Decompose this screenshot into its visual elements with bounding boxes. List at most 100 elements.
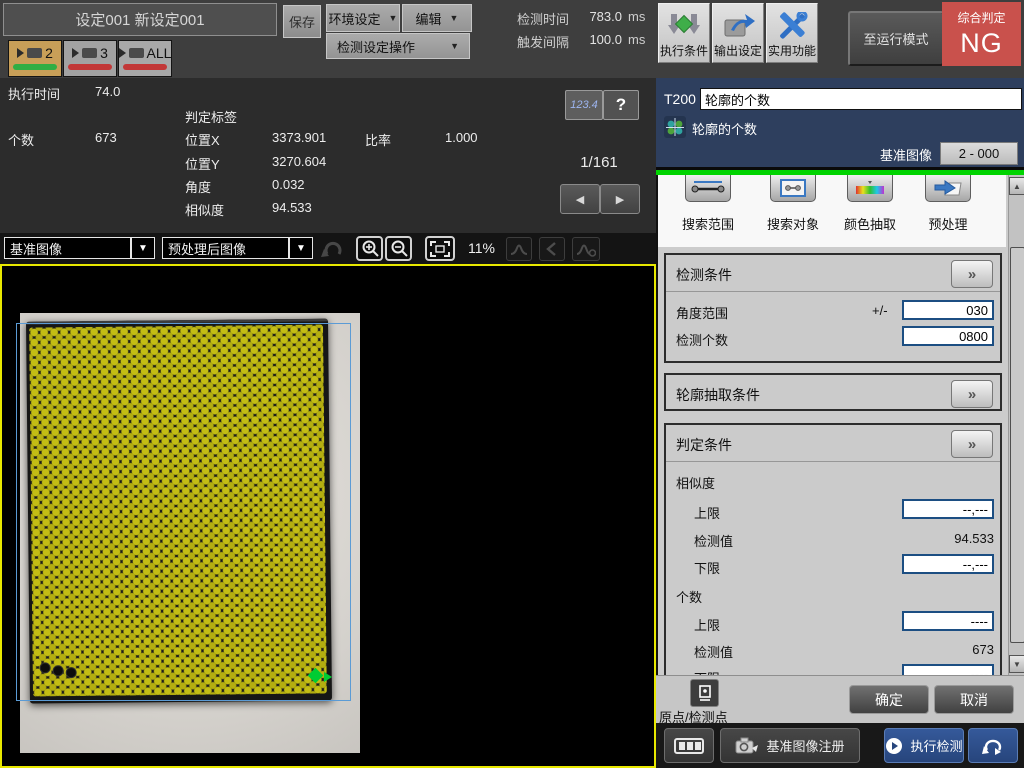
origin-point-button[interactable] — [690, 679, 719, 707]
menu-environment[interactable]: 环境设定 ▼ — [326, 4, 400, 32]
divider — [666, 461, 1000, 462]
tab-camera-3[interactable]: 3 — [63, 40, 117, 77]
zoom-level-value: 11% — [468, 240, 495, 256]
numeric-display-button[interactable]: 123.4 — [565, 90, 603, 120]
sim-lower-label: 下限 — [694, 558, 720, 577]
exec-condition-button[interactable]: 执行条件 — [658, 3, 710, 63]
judge-condition-expand-button[interactable]: » — [951, 430, 993, 458]
settings-scrollbar[interactable]: ▲ ▼ — [1008, 175, 1024, 675]
help-button[interactable]: ? — [603, 90, 639, 120]
search-region-overlay — [16, 323, 351, 701]
tab-camera-2[interactable]: 2 — [8, 40, 62, 77]
cnt-upper-input[interactable] — [902, 611, 994, 631]
detection-point-arrow — [324, 672, 332, 682]
tab-camera-all[interactable]: ALL — [118, 40, 172, 77]
ratio-label: 比率 — [365, 130, 391, 149]
image-source-dropdown[interactable]: 基准图像 — [4, 237, 131, 259]
cnt-lower-label: 下限 — [694, 668, 720, 675]
overall-judgement-label: 综合判定 — [957, 9, 1005, 26]
similarity-label: 相似度 — [185, 200, 224, 219]
display-mode-dropdown-caret[interactable]: ▼ — [289, 237, 313, 259]
pos-y-label: 位置Y — [185, 154, 220, 173]
flow-condition-icon — [667, 12, 701, 42]
cancel-button[interactable]: 取消 — [934, 685, 1014, 714]
re-measure-button[interactable] — [968, 728, 1018, 763]
chevrons-right-icon: » — [968, 436, 976, 453]
unit-name-input[interactable] — [700, 88, 1022, 110]
color-extract-label: 颜色抽取 — [825, 214, 915, 233]
tools-icon — [775, 12, 809, 42]
scrollbar-thumb[interactable] — [1010, 247, 1024, 643]
similarity-value: 94.533 — [272, 200, 312, 215]
page-indicator: 1/161 — [558, 154, 640, 171]
profile-settings-icon-disabled — [572, 237, 600, 261]
bottom-toolbar: 基准图像注册 执行检测 — [656, 723, 1024, 768]
exec-time-value: 74.0 — [95, 84, 120, 99]
menu-edit[interactable]: 编辑 ▼ — [402, 4, 472, 32]
search-range-button[interactable] — [685, 175, 731, 202]
chevron-down-icon: ▼ — [389, 13, 398, 23]
tab-status-bar-red — [68, 64, 112, 70]
detect-condition-title: 检测条件 — [676, 265, 732, 285]
zoom-out-button[interactable] — [385, 236, 412, 261]
detect-condition-expand-button[interactable]: » — [951, 260, 993, 288]
camera-icon — [735, 736, 759, 756]
cnt-lower-input[interactable] — [902, 664, 994, 675]
chevrons-right-icon: » — [968, 266, 976, 283]
zoom-in-button[interactable] — [356, 236, 383, 261]
count-group-label: 个数 — [676, 587, 702, 606]
similarity-group-label: 相似度 — [676, 473, 715, 492]
ratio-value: 1.000 — [445, 130, 478, 145]
sim-upper-input[interactable] — [902, 499, 994, 519]
image-viewer[interactable] — [0, 264, 656, 768]
ok-button[interactable]: 确定 — [849, 685, 929, 714]
image-source-dropdown-caret[interactable]: ▼ — [131, 237, 155, 259]
pos-x-value: 3373.901 — [272, 130, 326, 145]
sim-lower-input[interactable] — [902, 554, 994, 574]
results-panel: 执行时间 74.0 判定标签 个数 673 位置X 3373.901 比率 1.… — [0, 78, 656, 233]
output-settings-button[interactable]: 输出设定 — [712, 3, 764, 63]
scroll-up-button[interactable]: ▲ — [1009, 177, 1024, 195]
origin-point-icon — [698, 685, 712, 701]
reference-image-selector[interactable]: 2 - 000 — [940, 142, 1018, 165]
detect-count-label: 检测个数 — [676, 330, 728, 349]
search-target-button[interactable] — [770, 175, 816, 202]
fit-to-screen-button[interactable] — [425, 236, 455, 261]
arrow-right-icon: ▶ — [616, 193, 624, 206]
measure-time-label: 检测时间 — [517, 9, 569, 28]
chevrons-right-icon: » — [968, 386, 976, 403]
flow-view-button[interactable] — [664, 728, 714, 763]
chevron-down-icon: ▼ — [450, 13, 459, 23]
play-circle-icon — [885, 737, 903, 755]
trigger-interval-value: 100.0 — [576, 32, 622, 47]
utility-button[interactable]: 实用功能 — [766, 3, 818, 63]
overall-judgement-panel: 综合判定 NG — [942, 2, 1021, 66]
angle-label: 角度 — [185, 177, 211, 196]
execute-measurement-button[interactable]: 执行检测 — [884, 728, 964, 763]
arrow-up-icon: ▲ — [1013, 182, 1021, 191]
zoom-in-icon — [361, 240, 379, 258]
display-mode-dropdown[interactable]: 预处理后图像 — [162, 237, 289, 259]
setting-icon-strip: 搜索范围 搜索对象 颜色抽取 预处理 — [658, 175, 1006, 247]
save-button[interactable]: 保存 — [283, 5, 321, 38]
profile-icon-disabled — [506, 237, 532, 261]
prev-result-button[interactable]: ◀ — [560, 184, 600, 214]
angle-range-input[interactable] — [902, 300, 994, 320]
divider — [666, 291, 1000, 292]
scroll-down-button[interactable]: ▼ — [1009, 655, 1024, 673]
preprocess-icon — [933, 179, 963, 197]
menu-inspection-ops[interactable]: 检测设定操作 ▼ — [326, 33, 470, 59]
refresh-loop-icon — [982, 736, 1004, 756]
origin-strip: 原点/检测点 确定 取消 — [656, 675, 1024, 723]
next-result-button[interactable]: ▶ — [600, 184, 640, 214]
to-run-mode-button[interactable]: 至运行模式 — [848, 11, 944, 66]
contour-extract-expand-button[interactable]: » — [951, 380, 993, 408]
camera-icon — [129, 48, 144, 58]
preprocess-button[interactable] — [925, 175, 971, 202]
detect-count-input[interactable] — [902, 326, 994, 346]
color-extract-button[interactable] — [847, 175, 893, 202]
play-icon — [119, 48, 126, 58]
register-reference-image-button[interactable]: 基准图像注册 — [720, 728, 860, 763]
count-value: 673 — [95, 130, 117, 145]
preprocess-label: 预处理 — [903, 214, 993, 233]
